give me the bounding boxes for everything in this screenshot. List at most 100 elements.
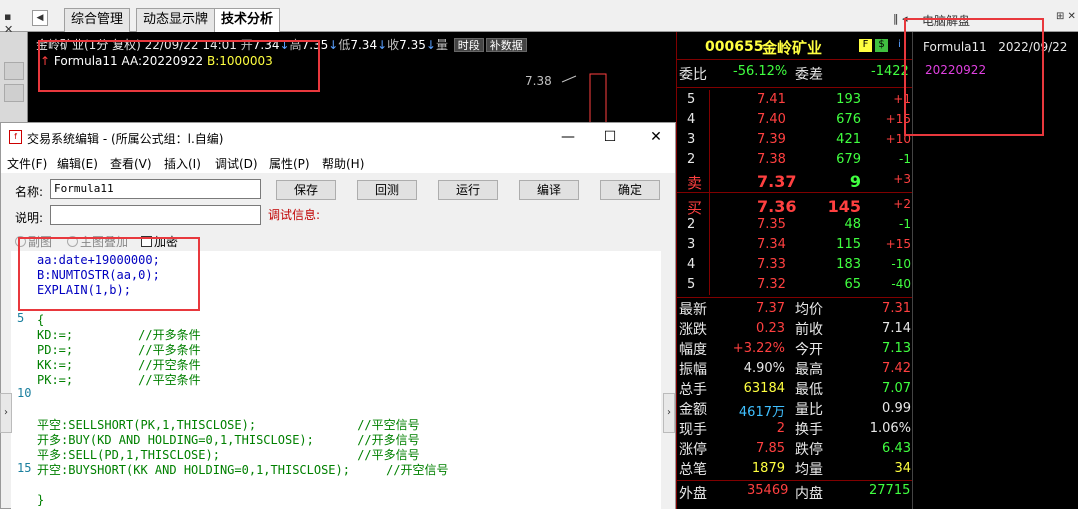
code-line: PD:=; //平多条件 — [37, 343, 201, 357]
stat-row: 振幅 4.90% 最高 7.42 — [677, 359, 913, 379]
maximize-button[interactable]: ☐ — [595, 127, 625, 147]
stat-label: 总手 — [679, 382, 707, 398]
stat-row: 金额 4617万 量比 0.99 — [677, 399, 913, 420]
ask-price: 7.38 — [757, 152, 786, 167]
bid-price: 7.35 — [757, 217, 786, 232]
stat-value: 7.37 — [756, 301, 785, 316]
editor-menubar: 文件(F) 编辑(E) 查看(V) 插入(I) 调试(D) 属性(P) 帮助(H… — [1, 151, 675, 173]
highlight-box-code — [18, 237, 200, 311]
stock-flag-icon[interactable]: F — [859, 39, 872, 52]
bid-level: 2 — [687, 217, 696, 232]
bid-row[interactable]: 2 7.35 48 -1 — [677, 215, 913, 235]
ask-price: 7.40 — [757, 112, 786, 127]
close-button[interactable]: ✕ — [641, 127, 671, 147]
stat-label: 金额 — [679, 402, 707, 418]
stat-value: 0.23 — [756, 321, 785, 336]
ask-volume: 679 — [836, 152, 861, 167]
stat-label: 幅度 — [679, 342, 707, 358]
tab-dynamic-board[interactable]: 动态显示牌 — [136, 8, 216, 32]
stat-label: 最新 — [679, 302, 707, 318]
minimize-button[interactable]: — — [553, 127, 583, 147]
bid-volume: 115 — [836, 237, 861, 252]
ask-row[interactable]: 卖 7.37 9 +3 — [677, 170, 913, 192]
time-period-button[interactable]: 时段 — [453, 38, 484, 52]
menu-file[interactable]: 文件(F) — [7, 155, 47, 172]
tab-technical-analysis[interactable]: 技术分析 — [214, 8, 281, 33]
menu-help[interactable]: 帮助(H) — [322, 155, 364, 172]
stock-dollar-icon[interactable]: $ — [875, 39, 888, 52]
expand-left-icon[interactable]: › — [0, 393, 12, 433]
ask-row[interactable]: 2 7.38 679 -1 — [677, 150, 913, 170]
ask-level: 4 — [687, 112, 696, 127]
bid-row[interactable]: 买 7.36 145 +2 — [677, 195, 913, 217]
menu-view[interactable]: 查看(V) — [110, 155, 152, 172]
code-line: PK:=; //平空条件 — [37, 373, 201, 387]
left-strip-button[interactable] — [4, 62, 24, 80]
stat-label: 振幅 — [679, 362, 707, 378]
ask-volume: 676 — [836, 112, 861, 127]
editor-titlebar: f 交易系统编辑 - (所属公式组：l.自编) — ☐ ✕ — [1, 123, 675, 151]
quote-divider — [677, 480, 913, 481]
quote-divider — [677, 297, 913, 298]
stat-value: 7.85 — [756, 441, 785, 456]
code-line: 平空:SELLSHORT(PK,1,THISCLOSE); //平空信号 — [37, 418, 420, 432]
stat-value: 34 — [894, 461, 911, 476]
menu-insert[interactable]: 插入(I) — [164, 155, 201, 172]
tab-nav-left-icon[interactable]: ◀ — [32, 10, 48, 26]
volume-label: 量 — [435, 38, 448, 52]
fill-data-button[interactable]: 补数据 — [485, 38, 527, 52]
bid-level: 3 — [687, 237, 696, 252]
bid-row[interactable]: 5 7.32 65 -40 — [677, 275, 913, 295]
quote-divider — [677, 192, 913, 193]
menu-edit[interactable]: 编辑(E) — [57, 155, 98, 172]
menu-debug[interactable]: 调试(D) — [215, 155, 258, 172]
bid-row[interactable]: 4 7.33 183 -10 — [677, 255, 913, 275]
compile-button[interactable]: 编译 — [519, 180, 579, 200]
description-label: 说明: — [15, 211, 44, 225]
description-input[interactable] — [50, 205, 261, 225]
save-button[interactable]: 保存 — [276, 180, 336, 200]
expand-right-icon[interactable]: › — [663, 393, 675, 433]
bid-volume: 48 — [844, 217, 861, 232]
run-button[interactable]: 运行 — [438, 180, 498, 200]
quote-panel: 000655 金岭矿业 F $ i 委比 -56.12% 委差 -1422 57… — [676, 32, 913, 509]
ask-price: 7.41 — [757, 92, 786, 107]
stat-value: 7.31 — [882, 301, 911, 316]
editor-app-icon: f — [9, 130, 22, 144]
bid-price: 7.34 — [757, 237, 786, 252]
left-strip-button[interactable] — [4, 84, 24, 102]
stat-label: 最低 — [795, 382, 823, 398]
stat-label: 均价 — [795, 302, 823, 318]
left-panel-close-icon[interactable]: ▪ ✕ — [4, 10, 20, 36]
app-window: ▪ ✕ ◀ 综合管理 动态显示牌 技术分析 ‖ ◂ 电脑解盘 ⊞ ✕ 金岭矿业(… — [0, 0, 1078, 509]
waipan-value: 35469 — [747, 483, 789, 498]
ask-volume: 9 — [849, 172, 861, 191]
menu-properties[interactable]: 属性(P) — [269, 155, 310, 172]
close-value: 7.35 — [399, 38, 426, 52]
stat-label: 总笔 — [679, 462, 707, 478]
stat-value: +3.22% — [732, 341, 785, 356]
bid-row[interactable]: 3 7.34 115 +15 — [677, 235, 913, 255]
ask-volume: 193 — [836, 92, 861, 107]
ask-change: -1 — [899, 152, 911, 166]
stat-label: 最高 — [795, 362, 823, 378]
ask-row[interactable]: 5 7.41 193 +1 — [677, 90, 913, 110]
stat-label: 前收 — [795, 322, 823, 338]
right-panel-close-icon[interactable]: ⊞ ✕ — [1056, 11, 1076, 22]
stat-value: 1.06% — [869, 421, 911, 436]
weibi-row: 委比 -56.12% 委差 -1422 — [677, 64, 913, 84]
confirm-button[interactable]: 确定 — [600, 180, 660, 200]
stat-label: 涨停 — [679, 442, 707, 458]
tab-overview[interactable]: 综合管理 — [64, 8, 131, 32]
ask-row[interactable]: 3 7.39 421 +10 — [677, 130, 913, 150]
editor-scrollbar[interactable] — [661, 251, 675, 509]
stat-value: 7.42 — [882, 361, 911, 376]
name-input[interactable]: Formula11 — [50, 179, 261, 199]
ask-row[interactable]: 4 7.40 676 +15 — [677, 110, 913, 130]
stock-code: 000655 — [705, 39, 764, 55]
bid-level: 5 — [687, 277, 696, 292]
debug-info-label: 调试信息: — [268, 208, 321, 222]
bid-volume: 145 — [827, 197, 861, 216]
backtest-button[interactable]: 回测 — [357, 180, 417, 200]
stat-label: 换手 — [795, 422, 823, 438]
